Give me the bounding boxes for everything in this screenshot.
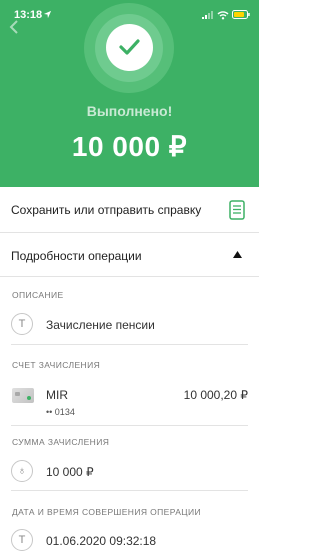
- success-header: 13:18 Выполнено! 10 000 ₽: [0, 0, 259, 187]
- location-arrow-icon: [43, 10, 52, 19]
- bank-card-icon: [12, 388, 34, 403]
- calendar-t-icon: T: [11, 529, 33, 551]
- wifi-icon: [217, 11, 229, 20]
- account-label: СЧЕТ ЗАЧИСЛЕНИЯ: [12, 360, 101, 370]
- text-t-icon: T: [11, 313, 33, 335]
- card-status-dot: [27, 396, 31, 400]
- save-receipt-row[interactable]: Сохранить или отправить справку: [0, 187, 259, 233]
- back-chevron-icon[interactable]: [8, 20, 20, 34]
- money-bag-icon: ♁: [11, 460, 33, 482]
- operation-status: Выполнено!: [86, 103, 173, 119]
- account-balance: 10 000,20 ₽: [183, 388, 248, 402]
- description-value: Зачисление пенсии: [46, 318, 155, 332]
- divider: [11, 425, 248, 426]
- cellular-signal-icon: [202, 11, 213, 19]
- save-receipt-label: Сохранить или отправить справку: [11, 203, 202, 217]
- operation-details-title: Подробности операции: [11, 249, 142, 263]
- description-label: ОПИСАНИЕ: [12, 290, 64, 300]
- checkmark-icon: [119, 39, 140, 55]
- divider: [11, 344, 248, 345]
- amount-value: 10 000 ₽: [46, 465, 94, 479]
- operation-amount: 10 000 ₽: [71, 131, 188, 162]
- card-name: MIR: [46, 388, 68, 402]
- card-number: •• 0134: [46, 407, 75, 417]
- divider: [11, 490, 248, 491]
- datetime-value: 01.06.2020 09:32:18: [46, 534, 157, 548]
- operation-details-toggle[interactable]: Подробности операции: [0, 233, 259, 277]
- card-chip: [15, 392, 20, 396]
- datetime-label: ДАТА И ВРЕМЯ СОВЕРШЕНИЯ ОПЕРАЦИИ: [12, 507, 202, 517]
- battery-icon: [232, 10, 250, 19]
- caret-up-icon: [233, 251, 242, 258]
- amount-label: СУММА ЗАЧИСЛЕНИЯ: [12, 437, 110, 447]
- receipt-document-icon: [229, 200, 245, 220]
